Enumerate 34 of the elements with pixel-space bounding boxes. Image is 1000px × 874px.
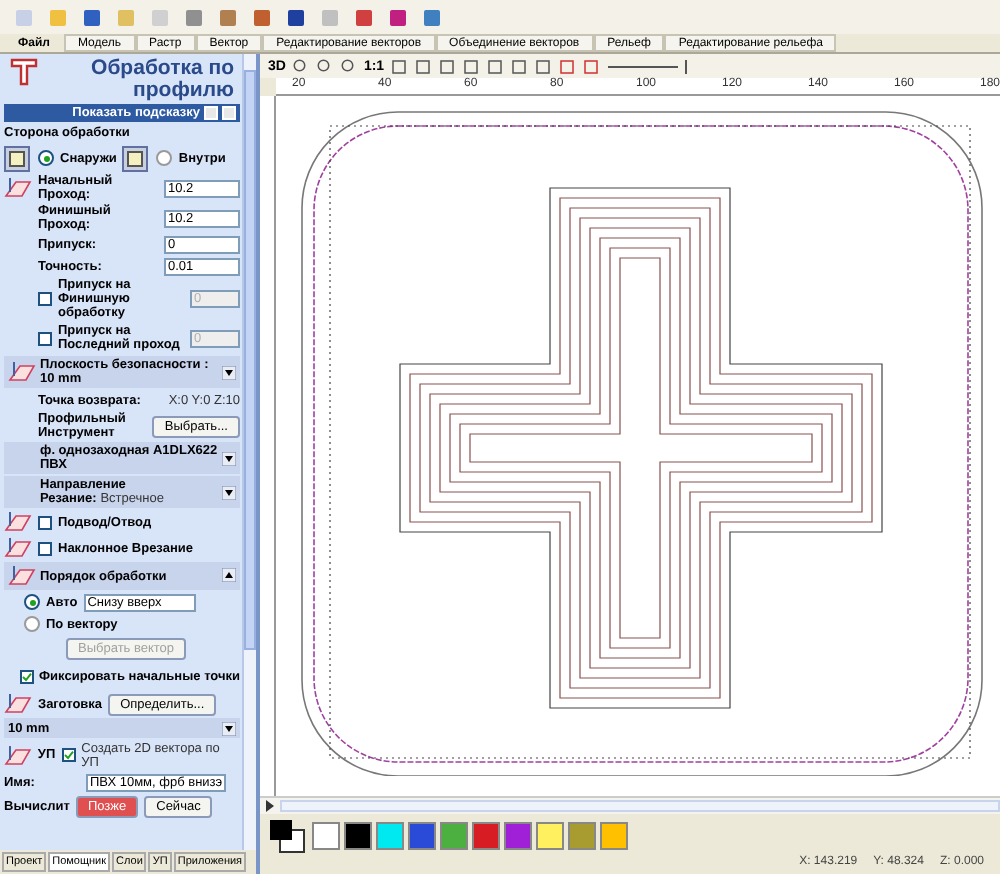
- dropdown-icon[interactable]: [222, 485, 236, 499]
- color-swatch[interactable]: [312, 821, 340, 849]
- inside-cut-icon[interactable]: [122, 145, 149, 171]
- checkbox[interactable]: [38, 515, 52, 529]
- color-swatch[interactable]: [376, 821, 404, 849]
- dropdown-icon[interactable]: [222, 721, 236, 735]
- color-swatch[interactable]: [600, 821, 628, 849]
- arrow-icon[interactable]: [264, 800, 276, 812]
- checkbox[interactable]: [38, 331, 52, 345]
- color-swatch[interactable]: [440, 821, 468, 849]
- checkbox[interactable]: [38, 292, 52, 306]
- checkbox[interactable]: [19, 669, 33, 683]
- current-colors-icon[interactable]: [268, 817, 308, 853]
- radio-button[interactable]: [38, 150, 54, 166]
- color-swatch[interactable]: [568, 821, 596, 849]
- slider-icon[interactable]: [606, 57, 691, 75]
- checkbox[interactable]: [38, 541, 52, 555]
- scrollbar[interactable]: [242, 54, 256, 850]
- color-swatch[interactable]: [408, 821, 436, 849]
- radio-button[interactable]: [156, 150, 173, 166]
- checkbox[interactable]: [61, 748, 76, 762]
- collapse-icon[interactable]: [222, 567, 236, 581]
- color-swatch[interactable]: [344, 821, 372, 849]
- color-swatch[interactable]: [504, 821, 532, 849]
- outside-cut-icon[interactable]: [4, 145, 30, 171]
- panel-title: Обработка по профилю: [89, 58, 234, 102]
- dropdown-icon[interactable]: [222, 451, 236, 465]
- horizontal-scrollbar[interactable]: [260, 796, 1000, 814]
- radio-button[interactable]: [24, 594, 40, 610]
- color-swatch[interactable]: [472, 821, 500, 849]
- color-swatch[interactable]: [536, 821, 564, 849]
- dropdown-icon[interactable]: [222, 365, 236, 379]
- tool-logo-icon: [10, 58, 38, 86]
- radio-button[interactable]: [24, 616, 40, 632]
